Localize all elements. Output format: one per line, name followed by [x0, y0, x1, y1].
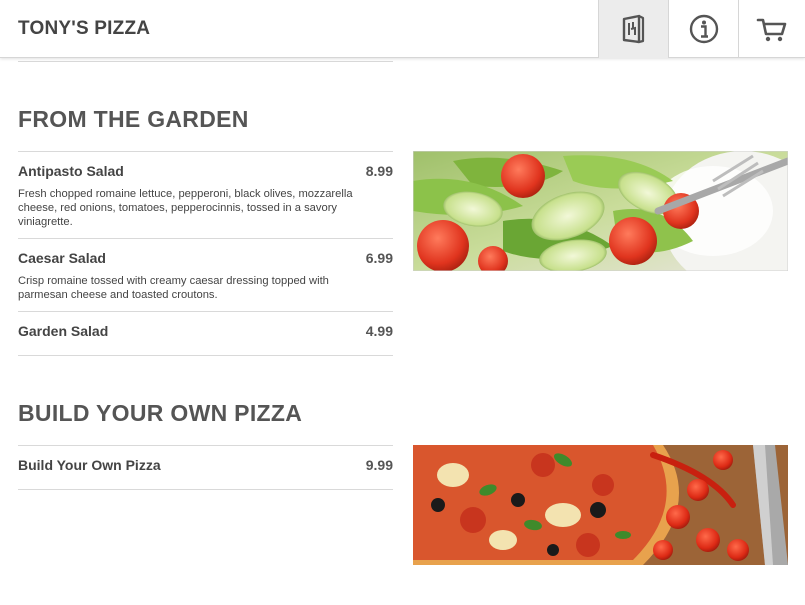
- section-title-build-pizza: BUILD YOUR OWN PIZZA: [18, 400, 303, 426]
- info-nav-button[interactable]: [668, 0, 738, 58]
- salad-photo: [413, 151, 788, 271]
- menu-item-build-your-own-pizza[interactable]: Build Your Own Pizza 9.99: [18, 445, 393, 490]
- item-description: Fresh chopped romaine lettuce, pepperoni…: [18, 188, 353, 228]
- pizza-photo: [413, 445, 788, 565]
- menu-item-antipasto-salad[interactable]: Antipasto Salad 8.99 Fresh chopped romai…: [18, 151, 393, 238]
- cart-icon: [756, 18, 787, 42]
- menu-nav-button[interactable]: [598, 0, 668, 58]
- item-price: 9.99: [365, 457, 393, 473]
- item-name: Garden Salad: [18, 323, 109, 339]
- cart-nav-button[interactable]: [738, 0, 805, 58]
- menu-book-icon: [622, 14, 644, 44]
- garden-menu-list: Antipasto Salad 8.99 Fresh chopped romai…: [18, 151, 393, 356]
- item-price: 4.99: [365, 323, 393, 339]
- item-name: Build Your Own Pizza: [18, 457, 161, 473]
- menu-item-garden-salad[interactable]: Garden Salad 4.99: [18, 311, 393, 356]
- info-icon: [689, 14, 718, 44]
- item-price: 6.99: [365, 250, 393, 266]
- item-name: Antipasto Salad: [18, 163, 124, 179]
- previous-section-divider: [18, 61, 393, 62]
- item-description: Crisp romaine tossed with creamy caesar …: [18, 275, 329, 301]
- section-title-garden: FROM THE GARDEN: [18, 106, 249, 132]
- menu-item-caesar-salad[interactable]: Caesar Salad 6.99 Crisp romaine tossed w…: [18, 238, 393, 311]
- brand-title[interactable]: TONY'S PIZZA: [18, 18, 150, 40]
- top-navigation-bar: TONY'S PIZZA: [0, 0, 805, 58]
- item-name: Caesar Salad: [18, 250, 106, 266]
- pizza-menu-list: Build Your Own Pizza 9.99: [18, 445, 393, 490]
- item-price: 8.99: [365, 163, 393, 179]
